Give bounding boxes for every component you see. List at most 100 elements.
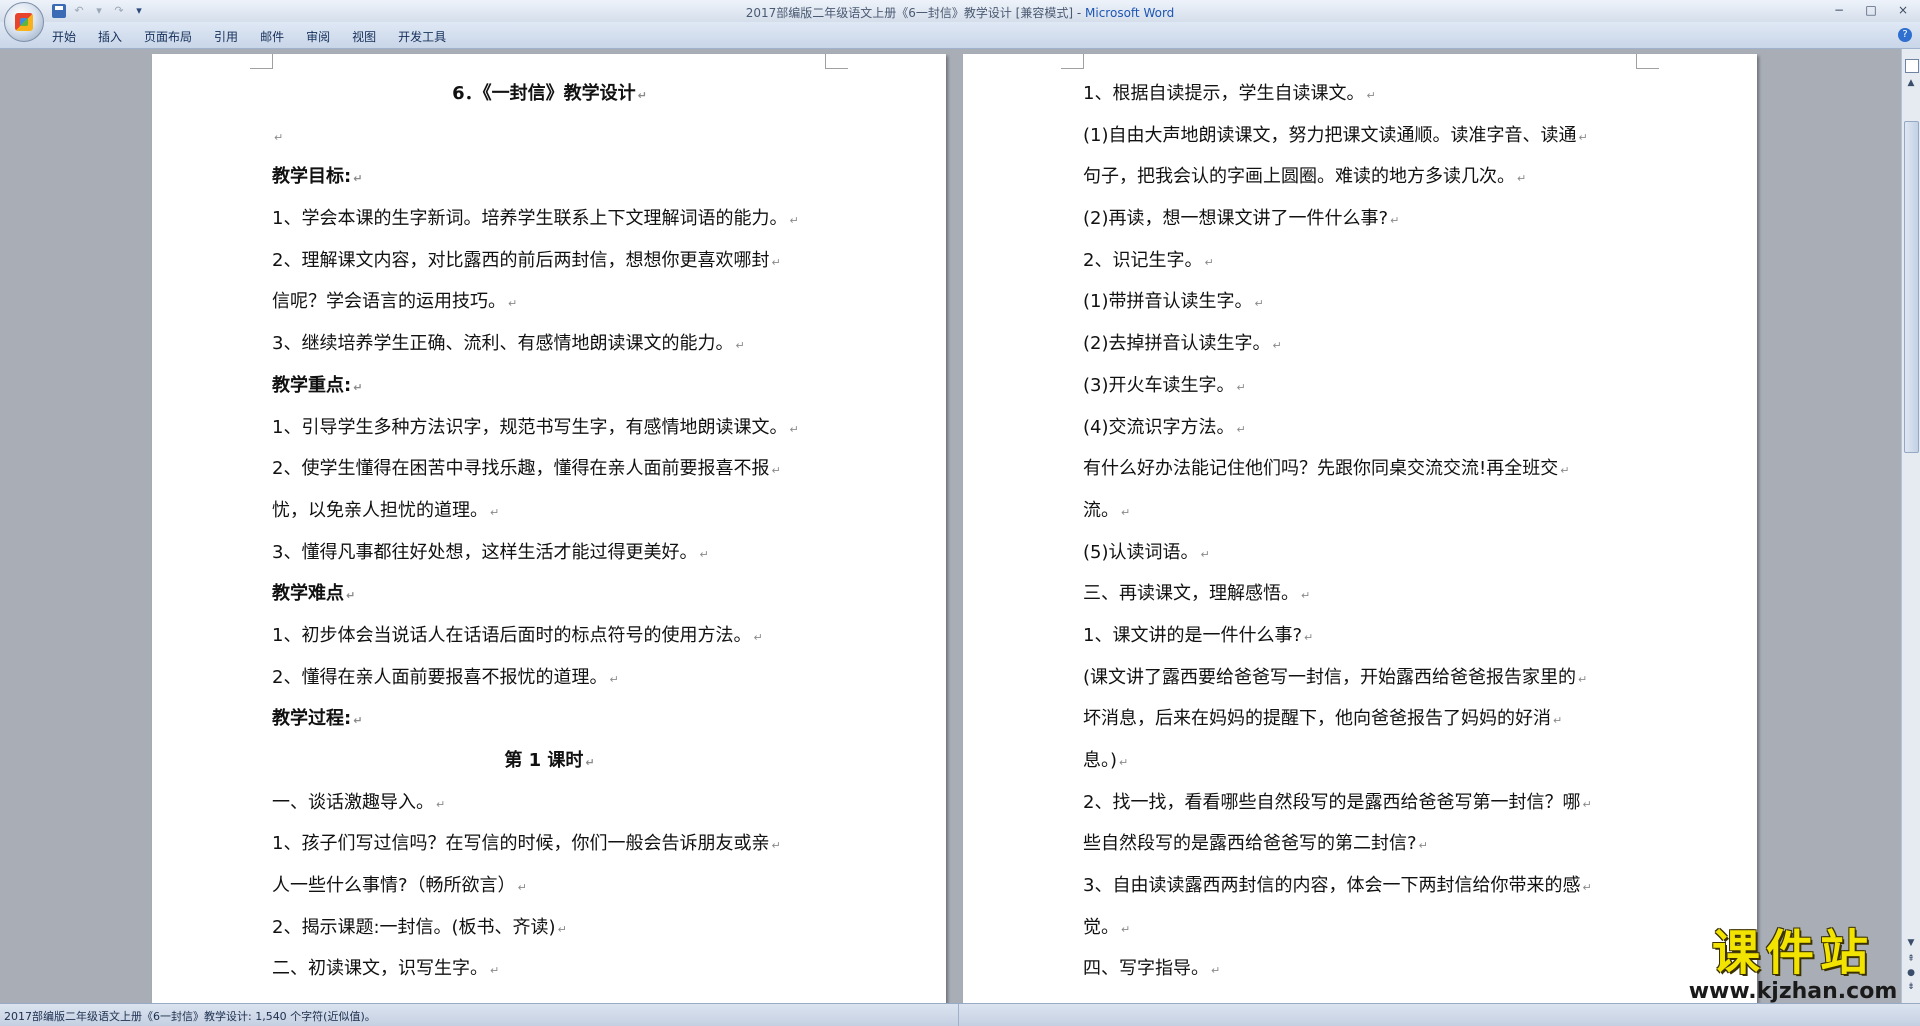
document-line[interactable]: (5)认读词语。 ↵	[1083, 532, 1638, 574]
document-line[interactable]: (4)交流识字方法。 ↵	[1083, 407, 1638, 449]
document-line[interactable]: 三、再读课文，理解感悟。 ↵	[1083, 573, 1638, 615]
line-text: 信呢？学会语言的运用技巧。	[272, 291, 506, 313]
document-line[interactable]: 2、理解课文内容，对比露西的前后两封信，想想你更喜欢哪封 ↵	[272, 240, 827, 282]
paragraph-mark-icon: ↵	[1390, 214, 1400, 228]
minimize-button[interactable]: −	[1828, 2, 1850, 18]
paragraph-mark-icon: ↵	[1119, 756, 1129, 769]
document-line[interactable]: 教学目标: ↵	[272, 156, 827, 198]
office-button[interactable]	[4, 2, 44, 42]
view-ruler-icon[interactable]	[1905, 59, 1919, 73]
tab-mailings[interactable]: 邮件	[260, 28, 284, 45]
line-text: 2、揭示课题:一封信。(板书、齐读)	[272, 916, 556, 938]
document-area[interactable]: 6．《一封信》教学设计 ↵ ↵ 教学目标: ↵ 1、学会本课的生字新词。培养学生联系上下文…	[0, 49, 1902, 1003]
line-text: (2)再读，想一想课文讲了一件什么事?	[1083, 208, 1389, 230]
line-text: 流。	[1083, 499, 1119, 521]
document-line[interactable]: (2)去掉拼音认读生字。 ↵	[1083, 323, 1638, 365]
document-line[interactable]: 教学重点: ↵	[272, 365, 827, 407]
tab-page-layout[interactable]: 页面布局	[144, 28, 192, 45]
document-line[interactable]: (1)自由大声地朗读课文，努力把课文读通顺。读准字音、读通 ↵	[1083, 115, 1638, 157]
document-line[interactable]: 2、使学生懂得在困苦中寻找乐趣，懂得在亲人面前要报喜不报 ↵	[272, 448, 827, 490]
document-line[interactable]: 2、识记生字。 ↵	[1083, 240, 1638, 282]
ribbon-tabs: 开始 插入 页面布局 引用 邮件 审阅 视图 开发工具 ?	[0, 22, 1920, 49]
document-line[interactable]: 流。 ↵	[1083, 490, 1638, 532]
help-icon[interactable]: ?	[1898, 28, 1912, 42]
line-text: 教学重点:	[272, 374, 352, 396]
document-line[interactable]: 1、孩子们写过信吗？在写信的时候，你们一般会告诉朋友或亲 ↵	[272, 823, 827, 865]
page-left-text[interactable]: 6．《一封信》教学设计 ↵ ↵ 教学目标: ↵ 1、学会本课的生字新词。培养学生联系上下文…	[272, 73, 827, 990]
document-line[interactable]: (课文讲了露西要给爸爸写一封信，开始露西给爸爸报告家里的 ↵	[1083, 657, 1638, 699]
document-line[interactable]: 1、初步体会当说话人在话语后面时的标点符号的使用方法。 ↵	[272, 615, 827, 657]
paragraph-mark-icon: ↵	[1211, 964, 1221, 978]
document-line[interactable]: 第 1 课时 ↵	[272, 740, 827, 782]
line-text: 1、孩子们写过信吗？在写信的时候，你们一般会告诉朋友或亲	[272, 833, 770, 855]
document-line[interactable]: 教学过程: ↵	[272, 698, 827, 740]
document-line[interactable]: 四、写字指导。 ↵	[1083, 948, 1638, 990]
line-text: 息。)	[1083, 750, 1118, 771]
document-line[interactable]: 二、初读课文，识写生字。 ↵	[272, 948, 827, 990]
tab-references[interactable]: 引用	[214, 28, 238, 45]
page-left[interactable]: 6．《一封信》教学设计 ↵ ↵ 教学目标: ↵ 1、学会本课的生字新词。培养学生联系上下文…	[152, 54, 946, 1003]
document-line[interactable]: 3、自由读读露西两封信的内容，体会一下两封信给你带来的感 ↵	[1083, 865, 1638, 907]
document-line[interactable]: ↵	[272, 115, 827, 157]
line-text: 2、找一找，看看哪些自然段写的是露西给爸爸写第一封信？哪	[1083, 791, 1581, 813]
document-line[interactable]: 1、根据自读提示，学生自读课文。 ↵	[1083, 73, 1638, 115]
paragraph-mark-icon: ↵	[1560, 464, 1570, 478]
line-text: 四、写字指导。	[1083, 958, 1209, 980]
document-line[interactable]: 3、继续培养学生正确、流利、有感情地朗读课文的能力。 ↵	[272, 323, 827, 365]
document-line[interactable]: 有什么好办法能记住他们吗？先跟你同桌交流交流!再全班交 ↵	[1083, 448, 1638, 490]
maximize-button[interactable]: □	[1860, 2, 1882, 18]
paragraph-mark-icon: ↵	[771, 464, 781, 478]
document-line[interactable]: 3、懂得凡事都往好处想，这样生活才能过得更美好。 ↵	[272, 532, 827, 574]
document-line[interactable]: 觉。 ↵	[1083, 907, 1638, 949]
close-button[interactable]: ×	[1892, 2, 1914, 18]
line-text: 第 1 课时	[504, 750, 584, 771]
page-right-text[interactable]: 1、根据自读提示，学生自读课文。 ↵ (1)自由大声地朗读课文，努力把课文读通顺。读…	[1083, 73, 1638, 990]
paragraph-mark-icon: ↵	[609, 672, 619, 686]
paragraph-mark-icon: ↵	[436, 797, 446, 811]
scroll-thumb[interactable]	[1904, 121, 1919, 453]
status-text: 2017部编版二年级语文上册《6一封信》教学设计: 1,540 个字符(近似值)…	[4, 1010, 376, 1023]
document-line[interactable]: 忧，以免亲人担忧的道理。 ↵	[272, 490, 827, 532]
tab-review[interactable]: 审阅	[306, 28, 330, 45]
vertical-scrollbar[interactable]: ▲ ▼ ⇞ ● ⇟	[1901, 49, 1920, 1003]
tab-developer[interactable]: 开发工具	[398, 28, 446, 45]
document-line[interactable]: 1、学会本课的生字新词。培养学生联系上下文理解词语的能力。 ↵	[272, 198, 827, 240]
tab-insert[interactable]: 插入	[98, 28, 122, 45]
paragraph-mark-icon: ↵	[1236, 380, 1246, 394]
paragraph-mark-icon: ↵	[1121, 505, 1131, 519]
page-right[interactable]: 1、根据自读提示，学生自读课文。 ↵ (1)自由大声地朗读课文，努力把课文读通顺。读…	[963, 54, 1757, 1003]
title-separator: -	[1073, 6, 1086, 20]
line-text: (4)交流识字方法。	[1083, 416, 1235, 438]
document-line[interactable]: 些自然段写的是露西给爸爸写的第二封信? ↵	[1083, 823, 1638, 865]
paragraph-mark-icon: ↵	[490, 505, 500, 519]
line-text: 句子，把我会认的字画上圆圈。难读的地方多读几次。	[1083, 166, 1515, 188]
document-line[interactable]: 2、懂得在亲人面前要报喜不报忧的道理。 ↵	[272, 657, 827, 699]
line-text: 觉。	[1083, 916, 1119, 938]
document-line[interactable]: 2、揭示课题:一封信。(板书、齐读) ↵	[272, 907, 827, 949]
line-text: 2、懂得在亲人面前要报喜不报忧的道理。	[272, 666, 608, 688]
paragraph-mark-icon: ↵	[789, 214, 799, 228]
document-line[interactable]: 1、课文讲的是一件什么事? ↵	[1083, 615, 1638, 657]
window-title: 2017部编版二年级语文上册《6一封信》教学设计 [兼容模式] - Micros…	[0, 4, 1920, 21]
document-line[interactable]: (3)开火车读生字。 ↵	[1083, 365, 1638, 407]
scroll-up-icon[interactable]: ▲	[1905, 77, 1917, 89]
document-line[interactable]: 教学难点 ↵	[272, 573, 827, 615]
document-line[interactable]: 一、谈话激趣导入。 ↵	[272, 782, 827, 824]
document-line[interactable]: 1、引导学生多种方法识字，规范书写生字，有感情地朗读课文。 ↵	[272, 407, 827, 449]
document-line[interactable]: 息。) ↵	[1083, 740, 1638, 782]
document-line[interactable]: (1)带拼音认读生字。 ↵	[1083, 281, 1638, 323]
line-text: 1、课文讲的是一件什么事?	[1083, 624, 1303, 646]
document-line[interactable]: (2)再读，想一想课文讲了一件什么事? ↵	[1083, 198, 1638, 240]
document-line[interactable]: 句子，把我会认的字画上圆圈。难读的地方多读几次。 ↵	[1083, 156, 1638, 198]
document-line[interactable]: 人一些什么事情?（畅所欲言） ↵	[272, 865, 827, 907]
margin-corner-mark	[825, 54, 848, 69]
line-text: (课文讲了露西要给爸爸写一封信，开始露西给爸爸报告家里的	[1083, 666, 1577, 688]
document-line[interactable]: 6．《一封信》教学设计 ↵	[272, 73, 827, 115]
tab-home[interactable]: 开始	[52, 28, 76, 45]
document-line[interactable]: 信呢？学会语言的运用技巧。 ↵	[272, 281, 827, 323]
tab-view[interactable]: 视图	[352, 28, 376, 45]
document-line[interactable]: 坏消息，后来在妈妈的提醒下，他向爸爸报告了妈妈的好消 ↵	[1083, 698, 1638, 740]
document-line[interactable]: 2、找一找，看看哪些自然段写的是露西给爸爸写第一封信？哪 ↵	[1083, 782, 1638, 824]
line-text: 1、根据自读提示，学生自读课文。	[1083, 83, 1365, 104]
line-text: 坏消息，后来在妈妈的提醒下，他向爸爸报告了妈妈的好消	[1083, 708, 1551, 730]
